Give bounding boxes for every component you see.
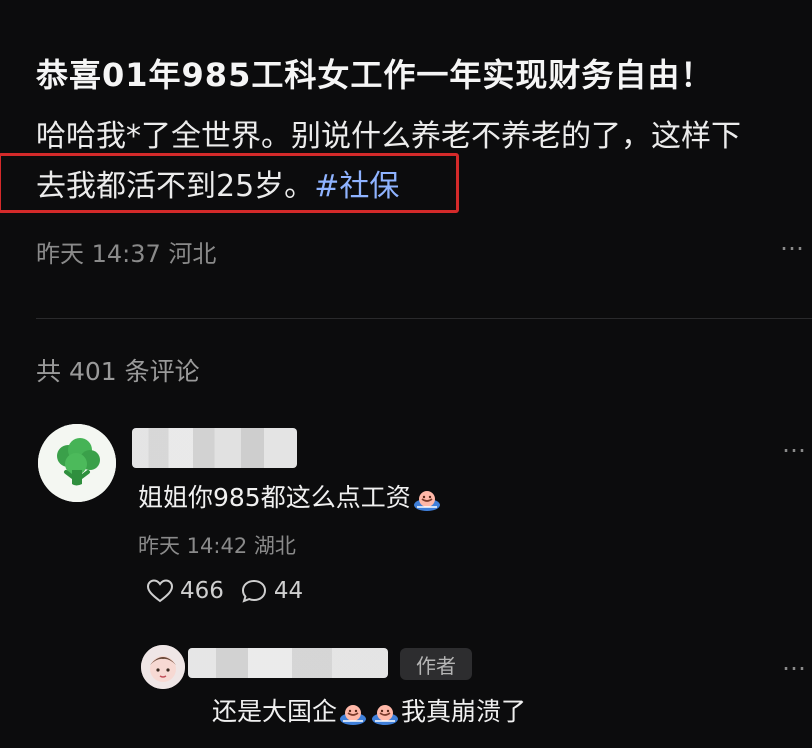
author-badge: 作者 <box>400 648 472 680</box>
like-button[interactable]: 466 <box>146 578 224 604</box>
sweat-smile-emoji-icon <box>372 705 399 725</box>
comment-more-icon[interactable]: … <box>782 430 808 458</box>
commenter-name-blurred <box>132 428 297 468</box>
reply-text-part-2: 我真崩溃了 <box>401 697 527 726</box>
reply-button[interactable]: 44 <box>240 578 303 604</box>
post-title: 恭喜01年985工科女工作一年实现财务自由！ <box>36 56 714 94</box>
broccoli-icon <box>38 424 116 502</box>
cartoon-avatar-icon <box>141 645 185 689</box>
comment-meta: 昨天 14:42 湖北 <box>138 534 296 558</box>
post-more-icon[interactable]: … <box>780 228 806 256</box>
sweat-smile-emoji-icon <box>413 491 440 511</box>
reply-text-part-1: 还是大国企 <box>212 697 338 726</box>
reply-author-name-blurred <box>188 648 388 678</box>
post-meta: 昨天 14:37 河北 <box>36 240 217 268</box>
reply-text: 还是大国企 我真崩溃了 <box>212 692 526 728</box>
post-body-line-1: 哈哈我*了全世界。别说什么养老不养老的了，这样下 <box>36 119 741 154</box>
post-body: 哈哈我*了全世界。别说什么养老不养老的了，这样下 去我都活不到25岁。#社保 <box>36 112 806 212</box>
sweat-smile-emoji-icon <box>340 705 367 725</box>
hashtag-link[interactable]: #社保 <box>314 169 399 204</box>
comment-text-content: 姐姐你985都这么点工资 <box>138 483 411 512</box>
reply-avatar[interactable] <box>141 645 185 689</box>
post-page: 恭喜01年985工科女工作一年实现财务自由！ 哈哈我*了全世界。别说什么养老不养… <box>0 0 812 748</box>
avatar[interactable] <box>38 424 116 502</box>
post-body-line-2-text: 去我都活不到25岁。 <box>36 169 315 204</box>
divider <box>36 318 812 319</box>
comment-count: 共 401 条评论 <box>36 357 200 386</box>
post-body-line-2: 去我都活不到25岁。#社保 <box>36 162 806 212</box>
comment-actions: 466 44 <box>146 578 303 604</box>
like-count: 466 <box>180 578 224 604</box>
comment-text: 姐姐你985都这么点工资 <box>138 478 443 514</box>
reply-count: 44 <box>273 578 304 604</box>
reply-more-icon[interactable]: … <box>782 648 808 676</box>
heart-icon <box>146 579 174 603</box>
comment-bubble-icon <box>241 579 266 603</box>
